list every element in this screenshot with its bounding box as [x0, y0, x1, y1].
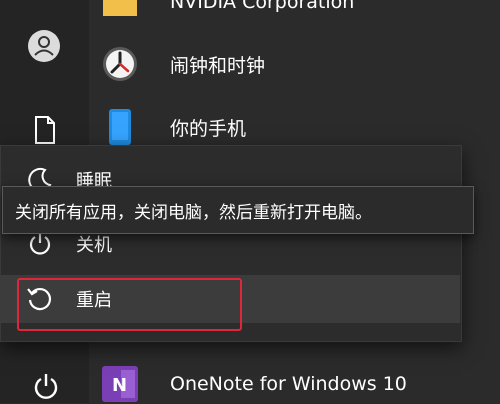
list-item[interactable]: 闹钟和时钟 — [100, 44, 265, 84]
app-label: 闹钟和时钟 — [170, 54, 266, 77]
svg-text:N: N — [112, 375, 127, 396]
user-avatar-icon[interactable] — [26, 28, 62, 64]
menu-item-label: 关机 — [76, 235, 112, 256]
document-icon[interactable] — [32, 114, 58, 146]
list-item[interactable]: 你的手机 — [100, 107, 246, 147]
annotation-highlight-box — [17, 278, 242, 331]
power-icon[interactable] — [30, 370, 62, 402]
list-item[interactable]: NVIDIA Corporation — [100, 0, 354, 22]
onenote-icon: N — [100, 364, 140, 404]
app-label: OneNote for Windows 10 — [170, 373, 407, 395]
app-label: 你的手机 — [170, 117, 247, 140]
folder-icon — [100, 0, 140, 22]
app-label: NVIDIA Corporation — [170, 0, 355, 13]
alarm-clock-icon — [100, 44, 140, 84]
phone-icon — [100, 107, 140, 147]
tooltip: 关闭所有应用，关闭电脑，然后重新打开电脑。 — [2, 186, 474, 234]
list-item[interactable]: N OneNote for Windows 10 — [100, 364, 407, 404]
